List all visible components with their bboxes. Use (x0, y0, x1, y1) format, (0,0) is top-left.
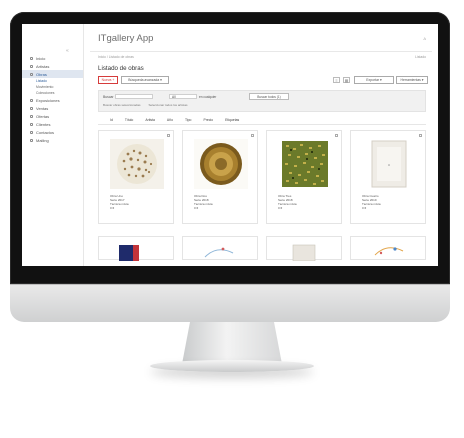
collapse-sidebar-button[interactable]: « (66, 48, 69, 54)
sidebar-item-ofertas[interactable]: Ofertas (22, 112, 83, 120)
sidebar-item-mailing[interactable]: Mailing (22, 136, 83, 144)
sidebar-item-clientes[interactable]: Clientes (22, 120, 83, 128)
filter-etiquetas[interactable]: Etiquetas (225, 118, 239, 122)
mail-icon (30, 138, 33, 142)
user-menu[interactable]: A (423, 36, 426, 41)
artwork-card[interactable]: Obra Cuatro Serie 2019 Técnica mixta 0 € (350, 130, 426, 224)
search-panel: Buscar All en cualquier Buscar todos (1)… (98, 90, 426, 112)
artwork-thumbnail (374, 247, 404, 256)
view-toggle: ≡ ▦ (333, 77, 350, 83)
filter-ano[interactable]: Año (167, 118, 173, 122)
artwork-card[interactable] (350, 236, 426, 260)
select-checkbox[interactable] (335, 134, 338, 137)
main-content: ITgallery App A Inicio / Listado de obra… (84, 24, 438, 266)
artwork-card[interactable]: Obra Tres Serie 2018 Técnica mixta 0 € (266, 130, 342, 224)
artwork-thumbnail (371, 140, 407, 188)
artwork-card[interactable]: Obra Uno Serie 2017 Técnica mixta 0 € (98, 130, 174, 224)
search-scope-select[interactable]: All (169, 94, 197, 99)
sidebar-item-label: Mailing (36, 137, 49, 143)
people-icon (30, 122, 33, 126)
card-caption: Obra Cuatro Serie 2019 Técnica mixta 0 € (362, 194, 381, 211)
sidebar-item-label: Ventas (36, 105, 49, 111)
export-button[interactable]: Exportar ▾ (354, 76, 394, 84)
artwork-thumbnail (282, 141, 328, 187)
sidebar-item-label: Obras (36, 71, 47, 77)
artwork-card[interactable] (266, 236, 342, 262)
sidebar-item-inicio[interactable]: Inicio (22, 54, 83, 62)
artwork-card[interactable] (98, 236, 174, 261)
filter-titulo[interactable]: Título (125, 118, 133, 122)
search-input[interactable] (115, 94, 153, 99)
sidebar-item-contactos[interactable]: Contactos (22, 128, 83, 136)
sidebar-item-label: Ofertas (36, 113, 50, 119)
list-view-icon[interactable]: ≡ (333, 77, 340, 83)
card-caption: Obra Tres Serie 2018 Técnica mixta 0 € (278, 194, 297, 211)
breadcrumb[interactable]: Inicio / Listado de obras (98, 55, 134, 59)
search-option[interactable]: Buscar obras seleccionadas (103, 103, 141, 108)
card-caption: Obra Dos Serie 2018 Técnica mixta 0 € (194, 194, 213, 211)
sidebar-item-ventas[interactable]: Ventas (22, 104, 83, 112)
tag-icon (30, 114, 33, 118)
filter-artista[interactable]: Artista (145, 118, 155, 122)
tools-button[interactable]: Herramientas ▾ (396, 76, 428, 84)
cart-icon (30, 106, 33, 110)
artwork-thumbnail (194, 139, 248, 189)
sidebar-item-exposiciones[interactable]: Exposiciones (22, 96, 83, 104)
search-option[interactable]: Seleccionar todos los artistas (149, 103, 188, 108)
monitor-chin (10, 284, 450, 322)
image-icon (30, 72, 33, 76)
artwork-thumbnail (204, 247, 234, 258)
filter-id[interactable]: Id (110, 118, 113, 122)
card-caption: Obra Uno Serie 2017 Técnica mixta 0 € (110, 194, 129, 211)
user-icon (30, 64, 33, 68)
artwork-card[interactable]: Obra Dos Serie 2018 Técnica mixta 0 € (182, 130, 258, 224)
search-match-label: en cualquier (199, 95, 217, 99)
frame-icon (30, 98, 33, 102)
search-all-button[interactable]: Buscar todos (1) (249, 93, 289, 100)
monitor-base (150, 360, 314, 372)
select-checkbox[interactable] (251, 134, 254, 137)
artwork-thumbnail (110, 139, 164, 189)
new-button[interactable]: Nueva + (98, 76, 118, 84)
sidebar-item-obras[interactable]: Obras (22, 70, 83, 78)
sidebar-item-label: Inicio (36, 55, 46, 61)
breadcrumb-right: Listado (415, 55, 426, 59)
advanced-search-button[interactable]: Búsqueda avanzada ▾ (121, 76, 169, 84)
sidebar: « Inicio Artistas Obras Listado Movimien… (22, 24, 84, 266)
home-icon (30, 56, 33, 60)
search-options: Buscar obras seleccionadas Seleccionar t… (103, 103, 188, 108)
header-divider (90, 51, 432, 52)
contact-icon (30, 130, 33, 134)
monitor-stand (182, 322, 282, 364)
filter-precio[interactable]: Precio (203, 118, 213, 122)
artwork-card[interactable] (182, 236, 258, 260)
sidebar-item-label: Clientes (36, 121, 51, 127)
artwork-thumbnail (292, 244, 316, 262)
sort-filter-row: Id Título Artista Año Tipo Precio Etique… (98, 116, 426, 125)
filter-tipo[interactable]: Tipo (185, 118, 191, 122)
sidebar-item-label: Contactos (36, 129, 55, 135)
app-screen: « Inicio Artistas Obras Listado Movimien… (22, 24, 438, 266)
search-label: Buscar (103, 95, 114, 99)
sidebar-item-label: Artistas (36, 63, 50, 69)
select-checkbox[interactable] (167, 134, 170, 137)
app-title: ITgallery App (98, 33, 154, 44)
select-checkbox[interactable] (419, 134, 422, 137)
page-title: Listado de obras (98, 65, 144, 72)
artwork-thumbnail (119, 245, 139, 261)
sidebar-item-label: Exposiciones (36, 97, 60, 103)
sidebar-item-artistas[interactable]: Artistas (22, 62, 83, 70)
grid-view-icon[interactable]: ▦ (343, 77, 350, 83)
